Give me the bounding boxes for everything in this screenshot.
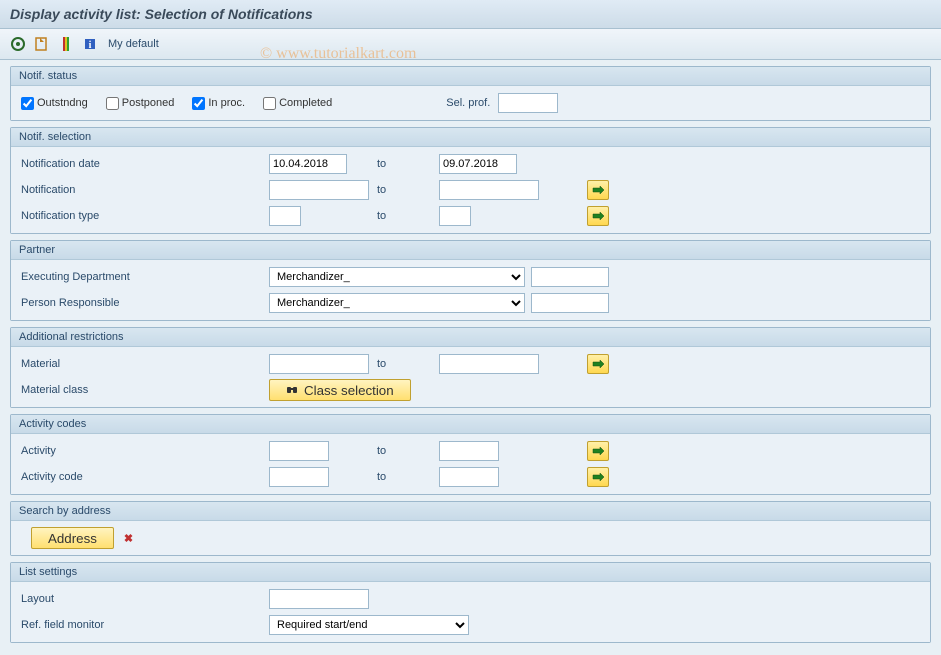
variant-icon[interactable] (32, 34, 52, 54)
execute-icon[interactable] (8, 34, 28, 54)
completed-check-input[interactable] (263, 97, 276, 110)
person-resp-select[interactable]: Merchandizer_ (269, 293, 525, 313)
group-header: Notif. selection (11, 128, 930, 147)
group-header: Search by address (11, 502, 930, 521)
notification-to-input[interactable] (439, 180, 539, 200)
material-from-input[interactable] (269, 354, 369, 374)
activity-to-input[interactable] (439, 441, 499, 461)
completed-label: Completed (279, 97, 332, 109)
info-icon[interactable]: i (80, 34, 100, 54)
activity-code-from-input[interactable] (269, 467, 329, 487)
ref-monitor-select[interactable]: Required start/end (269, 615, 469, 635)
page-title: Display activity list: Selection of Noti… (0, 0, 941, 29)
class-selection-button[interactable]: Class selection (269, 379, 411, 401)
multi-select-button[interactable] (587, 467, 609, 487)
material-class-label: Material class (21, 384, 269, 396)
traffic-light-icon[interactable] (56, 34, 76, 54)
activity-code-label: Activity code (21, 471, 269, 483)
postponed-check-input[interactable] (106, 97, 119, 110)
notification-label: Notification (21, 184, 269, 196)
to-label: to (377, 445, 439, 457)
notif-type-to-input[interactable] (439, 206, 471, 226)
person-resp-extra-input[interactable] (531, 293, 609, 313)
binoculars-icon (286, 383, 298, 398)
in-proc-check-input[interactable] (192, 97, 205, 110)
person-resp-label: Person Responsible (21, 297, 269, 309)
activity-from-input[interactable] (269, 441, 329, 461)
outstanding-check-input[interactable] (21, 97, 34, 110)
multi-select-button[interactable] (587, 441, 609, 461)
activity-code-to-input[interactable] (439, 467, 499, 487)
notification-from-input[interactable] (269, 180, 369, 200)
material-to-input[interactable] (439, 354, 539, 374)
notif-type-from-input[interactable] (269, 206, 301, 226)
group-partner: Partner Executing Department Merchandize… (10, 240, 931, 321)
sel-prof-label: Sel. prof. (446, 97, 490, 109)
group-header: Additional restrictions (11, 328, 930, 347)
my-default-button[interactable]: My default (108, 38, 159, 50)
sel-prof-input[interactable] (498, 93, 558, 113)
ref-monitor-label: Ref. field monitor (21, 619, 269, 631)
to-label: to (377, 210, 439, 222)
activity-label: Activity (21, 445, 269, 457)
to-label: to (377, 358, 439, 370)
completed-checkbox[interactable]: Completed (263, 97, 332, 110)
toolbar: i My default (0, 29, 941, 60)
group-header: Partner (11, 241, 930, 260)
address-label: Address (48, 531, 97, 546)
group-notif-selection: Notif. selection Notification date to No… (10, 127, 931, 234)
group-search-address: Search by address Address ✖ (10, 501, 931, 556)
group-activity-codes: Activity codes Activity to Activity code… (10, 414, 931, 495)
multi-select-button[interactable] (587, 206, 609, 226)
group-header: List settings (11, 563, 930, 582)
outstanding-checkbox[interactable]: Outstndng (21, 97, 88, 110)
layout-label: Layout (21, 593, 269, 605)
to-label: to (377, 471, 439, 483)
group-header: Activity codes (11, 415, 930, 434)
exec-dept-select[interactable]: Merchandizer_ (269, 267, 525, 287)
delete-icon[interactable]: ✖ (124, 532, 133, 545)
group-notif-status: Notif. status Outstndng Postponed In pro… (10, 66, 931, 121)
notif-date-from-input[interactable] (269, 154, 347, 174)
layout-input[interactable] (269, 589, 369, 609)
group-header: Notif. status (11, 67, 930, 86)
multi-select-button[interactable] (587, 180, 609, 200)
address-button[interactable]: Address (31, 527, 114, 549)
exec-dept-extra-input[interactable] (531, 267, 609, 287)
outstanding-label: Outstndng (37, 97, 88, 109)
notif-type-label: Notification type (21, 210, 269, 222)
in-proc-label: In proc. (208, 97, 245, 109)
class-selection-label: Class selection (304, 383, 394, 398)
postponed-checkbox[interactable]: Postponed (106, 97, 175, 110)
notif-date-label: Notification date (21, 158, 269, 170)
material-label: Material (21, 358, 269, 370)
group-list-settings: List settings Layout Ref. field monitor … (10, 562, 931, 643)
notif-date-to-input[interactable] (439, 154, 517, 174)
to-label: to (377, 158, 439, 170)
postponed-label: Postponed (122, 97, 175, 109)
group-additional-restrictions: Additional restrictions Material to Mate… (10, 327, 931, 408)
svg-text:i: i (89, 40, 92, 51)
exec-dept-label: Executing Department (21, 271, 269, 283)
multi-select-button[interactable] (587, 354, 609, 374)
to-label: to (377, 184, 439, 196)
in-proc-checkbox[interactable]: In proc. (192, 97, 245, 110)
